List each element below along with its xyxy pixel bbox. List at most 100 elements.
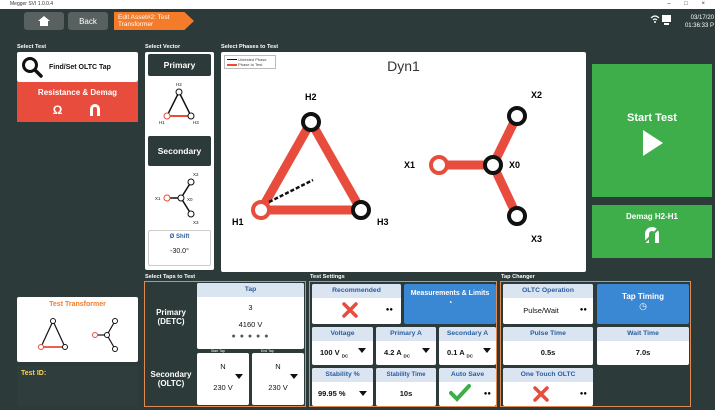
stability-select[interactable]: Stability % 99.95 % (312, 368, 373, 406)
timer-icon: ◷ (639, 301, 647, 311)
resistance-demag-button[interactable]: Resistance & Demag Ω (17, 82, 138, 122)
select-vector-label: Select Vector (145, 44, 181, 50)
home-button[interactable] (24, 12, 64, 30)
tap-changer-panel: OLTC Operation Pulse/Wait ●● Tap Timing … (500, 281, 691, 407)
label-x2: X2 (531, 90, 543, 100)
home-icon (38, 16, 50, 26)
back-button[interactable]: Back (68, 12, 108, 30)
test-settings-label: Test Settings (310, 274, 345, 280)
measurements-limits-label: Measurements & Limits (410, 290, 490, 297)
auto-save-toggle[interactable]: Auto Save ●● (439, 368, 496, 406)
tap-header: Tap (197, 283, 304, 297)
app-title: Megger SVI 1.0.0.4 (10, 1, 54, 7)
secondary-vector-button[interactable]: Secondary (148, 136, 211, 166)
primary-tap-row-label: Primary (DETC) (147, 296, 195, 348)
primary-tap-voltage: 4160 V (238, 320, 263, 329)
voltage-value: 100 V (320, 348, 340, 357)
end-tap-voltage: 230 V (268, 383, 288, 392)
window-titlebar: Megger SVI 1.0.0.4 – □ × (0, 0, 715, 9)
test-transformer-title: Test Transformer (49, 301, 106, 308)
secondary-label: Secondary (150, 370, 192, 379)
phase-h2-h3[interactable] (307, 119, 365, 213)
breadcrumb[interactable]: Edit Asset#2: Test Transformer (114, 12, 194, 30)
secondary-current-select[interactable]: Secondary A 0.1 A DC (439, 327, 496, 365)
recommended-toggle[interactable]: Recommended ●● (312, 284, 401, 324)
label-h1: H1 (232, 217, 244, 227)
auto-save-label: Auto Save (439, 368, 496, 382)
label-h2: H2 (305, 92, 317, 102)
select-test-label: Select Test (17, 44, 47, 50)
node-x0[interactable] (483, 155, 503, 175)
one-touch-oltc-toggle[interactable]: One Touch OLTC ●● (503, 368, 593, 406)
x-icon (342, 302, 358, 318)
test-transformer-diagram (38, 318, 118, 352)
stability-label: Stability % (312, 368, 373, 382)
end-tap-value: N (275, 362, 281, 371)
start-tap-value: N (220, 362, 226, 371)
demag-label: Demag H2-H1 (625, 212, 678, 221)
chevron-down-icon (359, 391, 367, 396)
test-id-field[interactable]: Test ID: (17, 366, 138, 406)
pulse-time-field[interactable]: Pulse Time 0.5s (503, 327, 593, 365)
label-x1: X1 (404, 160, 416, 170)
vector-node-label: X0 (187, 197, 193, 202)
primary-a-label: Primary A (376, 327, 436, 341)
node-x2[interactable] (507, 106, 527, 126)
end-tap-select[interactable]: N 230 V (252, 353, 304, 405)
primary-current-select[interactable]: Primary A 4.2 A DC (376, 327, 436, 365)
voltage-unit: DC (341, 353, 349, 359)
network-status-icon (650, 14, 672, 29)
find-oltc-label: Find/Set OLTC Tap (49, 63, 111, 71)
test-transformer-card[interactable]: Test Transformer (17, 297, 138, 362)
primary-a-value: 4.2 A (384, 348, 402, 357)
stability-time-field[interactable]: Stability Time 10s (376, 368, 436, 406)
gauge-icon: ◔ (447, 298, 453, 307)
node-x3[interactable] (507, 206, 527, 226)
play-icon (643, 130, 663, 156)
pulse-time-value: 0.5s (540, 348, 556, 357)
secondary-vector-diagram: X2 X1 X0 X3 (155, 172, 199, 225)
tap-pager-dots[interactable]: ● ● ● ● ● (197, 333, 304, 340)
secondary-sub: (OLTC) (157, 379, 185, 388)
phase-selection-panel: Untested Phase Phase to Test Dyn1 H2 H1 … (221, 52, 586, 272)
start-tap-select[interactable]: N 230 V (197, 353, 249, 405)
find-oltc-tap-button[interactable]: Find/Set OLTC Tap (17, 52, 138, 82)
secondary-a-unit: DC (466, 353, 473, 359)
secondary-tap-row-label: Secondary (OLTC) (147, 362, 195, 406)
window-controls[interactable]: – □ × (667, 0, 711, 9)
primary-tap-card[interactable]: Tap 3 4160 V ● ● ● ● ● (197, 283, 304, 349)
wait-time-field[interactable]: Wait Time 7.0s (597, 327, 689, 365)
demag-button[interactable]: Demag H2-H1 (592, 205, 712, 258)
node-h1[interactable] (251, 200, 271, 220)
chevron-down-icon (483, 348, 491, 353)
tap-changer-label: Tap Changer (501, 274, 535, 280)
node-h2[interactable] (301, 112, 321, 132)
magnet-icon (90, 104, 101, 116)
stability-time-label: Stability Time (376, 368, 436, 382)
chevron-down-icon (235, 374, 243, 379)
vector-node-label: X1 (155, 196, 161, 201)
oltc-operation-select[interactable]: OLTC Operation Pulse/Wait ●● (503, 284, 593, 324)
pulse-time-label: Pulse Time (503, 327, 593, 341)
vector-node-label: H3 (193, 120, 199, 125)
chevron-down-icon (290, 374, 298, 379)
start-test-button[interactable]: Start Test (592, 64, 712, 197)
toggle-dots-icon: ●● (579, 391, 587, 397)
magnifier-icon (22, 57, 43, 78)
tap-timing-label: Tap Timing (622, 292, 664, 301)
measurements-limits-button[interactable]: Measurements & Limits ◔ (404, 284, 496, 324)
label-x3: X3 (531, 234, 543, 244)
node-h3[interactable] (351, 200, 371, 220)
one-touch-label: One Touch OLTC (503, 368, 593, 382)
node-x1[interactable] (429, 155, 449, 175)
tap-timing-button[interactable]: Tap Timing ◷ (597, 284, 689, 324)
chevron-down-icon (422, 348, 430, 353)
phase-h1-h2[interactable] (257, 119, 315, 213)
clock-time: 01:36:33 P (684, 23, 714, 29)
secondary-a-label: Secondary A (439, 327, 496, 341)
primary-vector-button[interactable]: Primary (148, 54, 211, 76)
voltage-select[interactable]: Voltage 100 V DC (312, 327, 373, 365)
x-icon (533, 386, 549, 402)
vector-node-label: X3 (193, 220, 199, 225)
ohm-icon: Ω (52, 103, 63, 117)
